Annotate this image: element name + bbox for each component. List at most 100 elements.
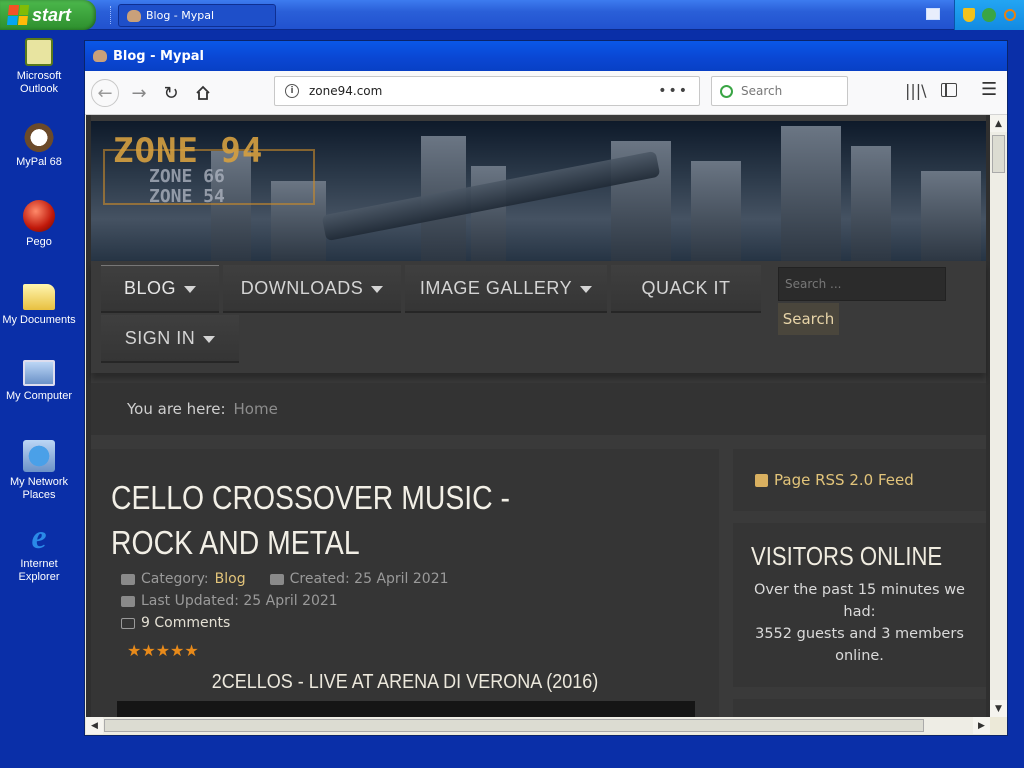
caret-down-icon (580, 285, 593, 293)
desktop-icon-label: Pego (26, 236, 52, 248)
site-search-input[interactable]: Search ... (778, 267, 946, 301)
url-text: zone94.com (309, 84, 383, 98)
home-button[interactable] (189, 79, 217, 107)
vertical-scrollbar[interactable]: ▲ ▼ (990, 115, 1007, 717)
folder-icon (23, 284, 55, 310)
scroll-thumb[interactable] (104, 719, 924, 732)
site-nav: BLOG DOWNLOADS IMAGE GALLERY QUACK IT SI… (91, 261, 986, 373)
taskbar: start Blog - Mypal (0, 0, 1024, 30)
page-actions-button[interactable]: ••• (658, 83, 689, 99)
search-tray-icon[interactable] (1004, 9, 1017, 21)
calendar-icon (121, 595, 135, 607)
video-embed[interactable] (117, 701, 695, 717)
article: CELLO CROSSOVER MUSIC - ROCK AND METAL C… (91, 449, 719, 717)
star-icon[interactable]: ★ (170, 641, 184, 660)
reload-button[interactable]: ↻ (157, 79, 185, 107)
visitors-line: Over the past 15 minutes we had: (754, 582, 965, 620)
keyboard-icon[interactable] (926, 8, 940, 20)
shield-icon[interactable] (962, 8, 975, 22)
nav-downloads[interactable]: DOWNLOADS (223, 265, 401, 313)
breadcrumb-home[interactable]: Home (234, 400, 278, 418)
site-logo-sub: ZONE 66 ZONE 54 (149, 167, 225, 207)
visitors-text: Over the past 15 minutes we had: 3552 gu… (743, 579, 976, 667)
sidebar-module (733, 699, 986, 717)
window-titlebar[interactable]: Blog - Mypal (85, 41, 1007, 71)
nav-label: DOWNLOADS (240, 277, 364, 298)
outlook-icon (25, 38, 53, 66)
hamburger-menu-icon[interactable]: ☰ (981, 79, 997, 100)
desktop-icon-label: My Computer (5, 390, 73, 402)
desktop-icon-my-computer[interactable]: My Computer (0, 360, 78, 403)
visitors-line: 3552 guests and 3 members online. (755, 626, 964, 664)
rss-label: Page RSS 2.0 Feed (774, 471, 914, 489)
visitors-title: VISITORS ONLINE (751, 541, 943, 571)
desktop-icon-my-documents[interactable]: My Documents (0, 280, 78, 327)
star-icon[interactable]: ★ (127, 641, 141, 660)
comments-link[interactable]: 9 Comments (141, 615, 230, 631)
article-updated: Last Updated: 25 April 2021 (121, 593, 338, 609)
article-comments[interactable]: 9 Comments (121, 615, 230, 631)
website: ZONE 94 ZONE 66 ZONE 54 BLOG DOWNLOADS I… (91, 115, 986, 717)
desktop-icon-label: Microsoft Outlook (16, 70, 62, 95)
desktop-icon-internet-explorer[interactable]: e Internet Explorer (0, 521, 78, 584)
sidebar-icon[interactable] (941, 83, 957, 97)
scroll-up-icon[interactable]: ▲ (990, 115, 1007, 132)
url-bar[interactable]: i zone94.com ••• ☆ (274, 76, 733, 106)
windows-flag-icon (6, 5, 30, 25)
page-viewport: ZONE 94 ZONE 66 ZONE 54 BLOG DOWNLOADS I… (86, 115, 990, 717)
visitors-online: VISITORS ONLINE Over the past 15 minutes… (733, 523, 986, 687)
desktop-icon-network-places[interactable]: My Network Places (0, 440, 78, 502)
info-icon[interactable]: i (285, 84, 299, 98)
library-icon[interactable]: |||\ (905, 81, 927, 100)
back-button[interactable]: ← (91, 79, 119, 107)
horizontal-scrollbar[interactable]: ◀ ▶ (86, 717, 990, 734)
rss-feed-link[interactable]: Page RSS 2.0 Feed (733, 449, 986, 511)
taskbar-item-mypal[interactable]: Blog - Mypal (118, 4, 276, 27)
comment-icon (121, 617, 135, 629)
star-icon[interactable]: ★ (184, 641, 198, 660)
mypal-icon (23, 120, 55, 152)
desktop-icon-outlook[interactable]: Microsoft Outlook (0, 38, 78, 96)
mypal-icon (93, 50, 107, 62)
forward-button[interactable]: → (125, 79, 153, 107)
scroll-down-icon[interactable]: ▼ (990, 700, 1007, 717)
scroll-left-icon[interactable]: ◀ (86, 717, 103, 734)
scroll-right-icon[interactable]: ▶ (973, 717, 990, 734)
network-tray-icon[interactable] (982, 8, 997, 22)
breadcrumb-label: You are here: (127, 400, 226, 418)
created-date: Created: 25 April 2021 (289, 571, 449, 587)
nav-label: IMAGE GALLERY (419, 277, 573, 298)
star-icon[interactable]: ★ (141, 641, 155, 660)
nav-sign-in[interactable]: SIGN IN (101, 315, 239, 363)
site-logo[interactable]: ZONE 94 (113, 131, 263, 171)
rating-stars[interactable]: ★★★★★ (127, 641, 199, 660)
window-title: Blog - Mypal (113, 48, 204, 64)
scroll-thumb[interactable] (992, 135, 1005, 173)
desktop-icon-label: My Network Places (9, 476, 69, 501)
taskbar-separator (110, 6, 112, 24)
logo-sub-line: ZONE 54 (149, 186, 225, 207)
star-icon[interactable]: ★ (156, 641, 170, 660)
article-category: Category: Blog Created: 25 April 2021 (121, 571, 449, 587)
desktop-icon-label: MyPal 68 (16, 156, 62, 168)
desktop-icon-mypal[interactable]: MyPal 68 (0, 120, 78, 169)
search-bar[interactable]: Search (711, 76, 848, 106)
desktop-icon-label: My Documents (2, 314, 76, 326)
arrow-right-icon: → (131, 82, 147, 104)
desktop-icon-pego[interactable]: Pego (0, 200, 78, 249)
logo-sub-line: ZONE 66 (149, 166, 225, 187)
start-button[interactable]: start (0, 0, 96, 30)
nav-blog[interactable]: BLOG (101, 265, 219, 313)
nav-image-gallery[interactable]: IMAGE GALLERY (405, 265, 607, 313)
browser-window: Blog - Mypal ← → ↻ i zone94.com ••• ☆ Se… (84, 40, 1008, 736)
computer-icon (23, 360, 55, 386)
site-search-button[interactable]: Search (778, 303, 839, 335)
browser-toolbar: ← → ↻ i zone94.com ••• ☆ Search |||\ ☰ (85, 71, 1007, 115)
search-placeholder: Search (741, 84, 783, 98)
rss-icon (755, 473, 768, 487)
nav-quack-it[interactable]: QUACK IT (611, 265, 761, 313)
category-link[interactable]: Blog (215, 571, 246, 587)
caret-down-icon (203, 335, 216, 343)
video-title: 2CELLOS - LIVE AT ARENA DI VERONA (2016) (211, 671, 599, 693)
mypal-icon (127, 9, 141, 22)
